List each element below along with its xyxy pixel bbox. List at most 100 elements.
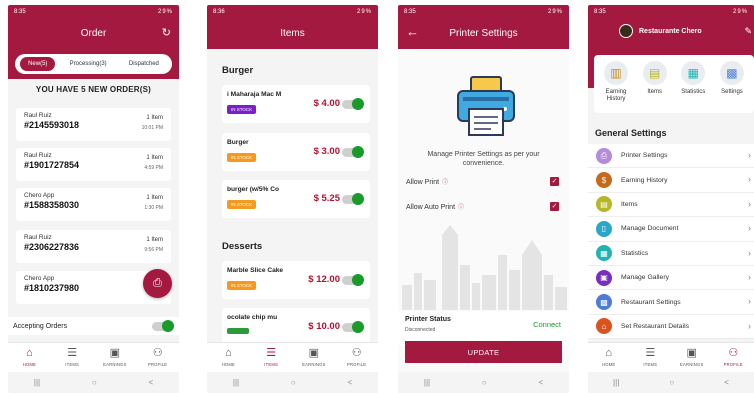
back-icon[interactable]: <: [538, 378, 543, 387]
info-icon[interactable]: ⓘ: [458, 205, 464, 211]
page-title: Printer Settings: [449, 28, 518, 39]
item-price: $ 5.25: [313, 193, 340, 204]
gift-icon: ▣: [308, 347, 320, 359]
chevron-right-icon: ›: [748, 296, 751, 307]
recents-icon[interactable]: |||: [613, 378, 619, 387]
nav-home[interactable]: ⌂ HOME: [11, 347, 47, 367]
back-arrow-icon[interactable]: ←: [406, 24, 419, 39]
page-title: Items: [280, 28, 305, 39]
item-toggle[interactable]: [342, 146, 364, 158]
printer-icon: ⎙: [596, 147, 612, 164]
order-card[interactable]: Raul Ruiz #2145593018 1 Item 10:01 PM: [16, 108, 171, 141]
printer-fab-button[interactable]: ⎙: [143, 269, 172, 298]
tab-new[interactable]: New(5): [20, 57, 56, 71]
settings-row-statistics[interactable]: ▦ Statistics ›: [588, 241, 754, 266]
bottom-nav: ⌂ HOME ☰ ITEMS ▣ EARNINGS ⚇ PROFILE: [588, 342, 754, 372]
nav-earnings[interactable]: ▣ EARNINGS: [296, 347, 332, 367]
bottom-nav: ⌂ HOME ☰ ITEMS ▣ EARNINGS ⚇ PROFILE: [8, 342, 179, 372]
nav-items[interactable]: ☰ ITEMS: [632, 347, 668, 367]
settings-row-earning-history[interactable]: $ Earning History ›: [588, 168, 754, 193]
person-icon: ⚇: [152, 347, 163, 359]
item-toggle[interactable]: [342, 98, 364, 110]
city-skyline-illustration: [402, 225, 567, 310]
settings-row-printer[interactable]: ⎙ Printer Settings ›: [588, 144, 754, 169]
order-card[interactable]: Raul Ruiz #1901727854 1 Item 4:59 PM: [16, 148, 171, 181]
tile-earning-history[interactable]: ▥ Earning History: [598, 61, 634, 113]
home-circle-icon[interactable]: ○: [92, 378, 97, 387]
home-circle-icon[interactable]: ○: [291, 378, 296, 387]
allow-print-checkbox[interactable]: ✓: [550, 177, 559, 186]
nav-profile[interactable]: ⚇ PROFILE: [339, 347, 375, 367]
restaurant-avatar: [619, 24, 633, 38]
connect-button[interactable]: Connect: [533, 320, 561, 329]
tile-items[interactable]: ▤ Items: [637, 61, 673, 113]
item-toggle[interactable]: [342, 274, 364, 286]
nav-profile[interactable]: ⚇ PROFILE: [715, 347, 751, 367]
edit-icon[interactable]: ✎: [744, 26, 752, 37]
nav-earnings[interactable]: ▣ EARNINGS: [674, 347, 710, 367]
category-title-desserts: Desserts: [222, 241, 263, 252]
item-card[interactable]: Marble Slice Cake IN STOCK $ 12.00: [222, 261, 370, 299]
items-icon: ▤: [642, 61, 667, 85]
back-icon[interactable]: <: [724, 378, 729, 387]
person-icon: ⚇: [351, 347, 362, 359]
chevron-right-icon: ›: [748, 271, 751, 282]
back-icon[interactable]: <: [148, 378, 153, 387]
back-icon[interactable]: <: [347, 378, 352, 387]
app-bar: Order ↻: [8, 18, 179, 49]
home-icon: ⌂: [26, 347, 33, 359]
item-card[interactable]: Burger IN STOCK $ 3.00: [222, 133, 370, 171]
home-circle-icon[interactable]: ○: [669, 378, 674, 387]
order-card[interactable]: Chero App #1588358030 1 Item 1:30 PM: [16, 188, 171, 221]
home-circle-icon[interactable]: ○: [482, 378, 487, 387]
settings-row-restaurant-details[interactable]: ⌂ Set Restaurant Details ›: [588, 314, 754, 340]
settings-row-restaurant-settings[interactable]: ▩ Restaurant Settings ›: [588, 290, 754, 315]
items-screen: 8:36 29% Items Burger i Maharaja Mac M I…: [207, 5, 378, 393]
settings-row-manage-gallery[interactable]: ▣ Manage Gallery ›: [588, 265, 754, 291]
accepting-orders-label: Accepting Orders: [13, 322, 68, 330]
status-bar: 8:35 29%: [8, 5, 179, 18]
recents-icon[interactable]: |||: [233, 378, 239, 387]
nav-items[interactable]: ☰ ITEMS: [253, 347, 289, 367]
tab-dispatched[interactable]: Dispatched: [121, 57, 167, 71]
recents-icon[interactable]: |||: [34, 378, 40, 387]
allow-auto-print-checkbox[interactable]: ✓: [550, 202, 559, 211]
item-price: $ 4.00: [313, 98, 340, 109]
order-card[interactable]: Raul Ruiz #2306227836 1 Item 9:56 PM: [16, 230, 171, 263]
allow-auto-print-row: Allow Auto Print ⓘ ✓: [406, 202, 559, 211]
nav-home[interactable]: ⌂ HOME: [210, 347, 246, 367]
item-price: $ 12.00: [308, 274, 340, 285]
nav-items[interactable]: ☰ ITEMS: [54, 347, 90, 367]
restaurant-details-icon: ⌂: [596, 318, 612, 335]
update-button[interactable]: UPDATE: [405, 341, 562, 363]
status-time: 8:36: [213, 8, 225, 15]
tile-settings[interactable]: ▩ Settings: [714, 61, 750, 113]
stock-badge: IN STOCK: [227, 200, 257, 209]
accepting-orders-toggle[interactable]: [152, 319, 174, 332]
settings-row-items[interactable]: ▤ Items ›: [588, 192, 754, 218]
status-bar: 8:35 29%: [588, 5, 754, 18]
tab-processing[interactable]: Processing(3): [62, 57, 115, 71]
item-toggle[interactable]: [342, 321, 364, 333]
gift-icon: ▣: [686, 347, 697, 359]
settings-row-manage-document[interactable]: ▯ Manage Document ›: [588, 217, 754, 242]
status-time: 8:35: [594, 8, 606, 15]
restaurant-settings-icon: ▩: [596, 294, 612, 311]
info-icon[interactable]: ⓘ: [442, 180, 448, 186]
chevron-right-icon: ›: [748, 174, 751, 185]
tile-statistics[interactable]: ▦ Statistics: [675, 61, 711, 113]
item-card[interactable]: ocolate chip mu $ 10.00: [222, 308, 370, 346]
nav-profile[interactable]: ⚇ PROFILE: [140, 347, 176, 367]
printer-settings-screen: 8:35 29% ← Printer Settings Manage Print…: [398, 5, 569, 393]
gift-icon: ▣: [109, 347, 121, 359]
recents-icon[interactable]: |||: [424, 378, 430, 387]
refresh-icon[interactable]: ↻: [162, 26, 171, 39]
item-card[interactable]: i Maharaja Mac M IN STOCK $ 4.00: [222, 85, 370, 123]
item-card[interactable]: burger (w/5% Co IN STOCK $ 5.25: [222, 180, 370, 218]
nav-earnings[interactable]: ▣ EARNINGS: [97, 347, 133, 367]
item-toggle[interactable]: [342, 193, 364, 205]
statistics-icon: ▦: [596, 245, 612, 262]
page-title: Order: [80, 28, 107, 39]
printer-status-panel: Printer Status Disconnected Connect: [398, 311, 569, 345]
nav-home[interactable]: ⌂ HOME: [591, 347, 627, 367]
